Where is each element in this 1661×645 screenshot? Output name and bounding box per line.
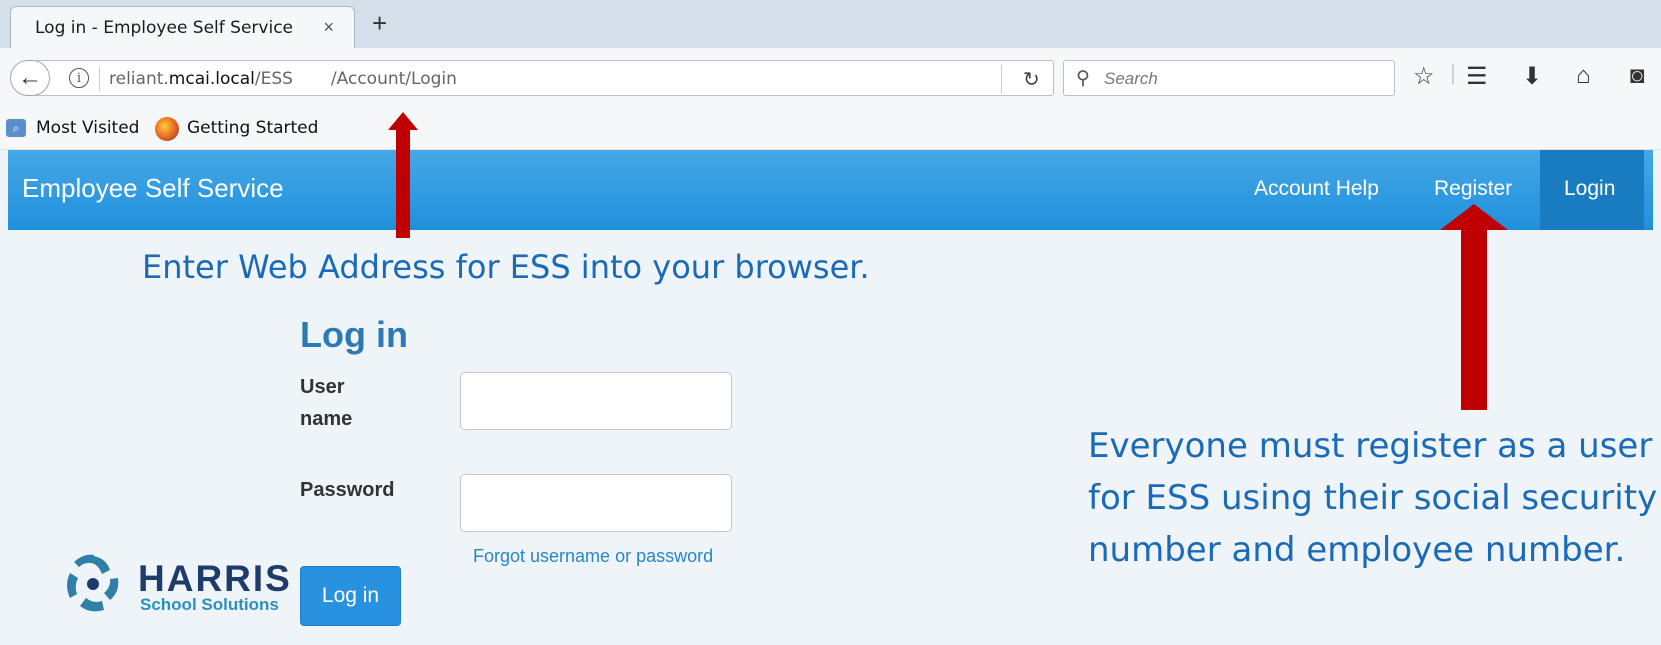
username-input[interactable] [460,372,732,430]
firefox-icon [155,117,179,141]
register-annotation-line: Everyone must register as a user [1088,426,1653,466]
pocket-icon[interactable]: ◙ [1630,62,1645,90]
username-label-line: name [300,408,353,430]
login-submit-button[interactable]: Log in [300,566,401,626]
url-annotation-text: Enter Web Address for ESS into your brow… [142,248,870,286]
url-text[interactable]: reliant.mcai.local/ESS/Account/Login [109,69,457,89]
url-annotation-arrow [388,112,418,238]
most-visited-icon: ⌕ [6,119,26,137]
url-path-1: /ESS [254,69,293,89]
bookmark-getting-started[interactable]: Getting Started [187,118,318,138]
register-arrow-shape [1440,204,1508,410]
tab-title: Log in - Employee Self Service [35,17,293,38]
register-annotation-arrow [1440,204,1508,410]
nav-login-label: Login [1564,177,1616,200]
page-title: Log in [300,314,408,355]
new-tab-icon[interactable]: + [372,8,387,39]
reading-list-icon[interactable]: ☰ [1466,62,1488,91]
bookmarks-toolbar: ⌕ Most Visited Getting Started [0,106,1661,150]
url-path-2: /Account/Login [330,69,457,89]
bookmark-most-visited[interactable]: Most Visited [36,118,139,138]
url-host-prefix: reliant. [109,69,169,89]
toolbar-divider: | [1450,60,1456,85]
url-bar[interactable]: i reliant.mcai.local/ESS/Account/Login ↻ [36,60,1054,96]
reload-icon[interactable]: ↻ [1023,67,1040,92]
bookmark-star-icon[interactable]: ☆ [1413,62,1435,91]
reload-separator [1001,65,1002,93]
harris-logo-name: HARRIS [138,558,292,599]
register-annotation-text: Everyone must register as a user for ESS… [1088,420,1657,576]
back-button[interactable]: ← [10,60,50,96]
info-icon[interactable]: i [69,68,89,88]
search-placeholder: Search [1104,69,1158,88]
forgot-password-link[interactable]: Forgot username or password [473,546,713,567]
browser-navbar: i reliant.mcai.local/ESS/Account/Login ↻… [0,48,1661,106]
download-icon[interactable]: ⬇ [1522,62,1542,91]
nav-account-help[interactable]: Account Help [1254,177,1379,201]
url-host: mcai.local [168,69,255,89]
back-arrow-icon: ← [18,64,42,91]
site-header: Employee Self Service Account Help Regis… [8,150,1653,230]
username-label-line: User [300,376,345,398]
site-brand[interactable]: Employee Self Service [22,173,284,204]
home-icon[interactable]: ⌂ [1576,62,1591,90]
browser-tabstrip: Log in - Employee Self Service × + [0,0,1661,48]
browser-tab-active[interactable]: Log in - Employee Self Service × [10,6,355,48]
harris-logo-icon [67,554,119,612]
url-separator [99,67,100,91]
nav-login[interactable]: Login [1540,150,1644,230]
register-annotation-line: for ESS using their social security [1088,478,1658,518]
nav-register[interactable]: Register [1434,177,1512,201]
search-icon: ⚲ [1076,68,1090,89]
register-annotation-line: number and employee number. [1088,530,1626,570]
harris-logo-subtitle: School Solutions [140,595,279,614]
password-input[interactable] [460,474,732,532]
url-arrow-shape [388,112,418,238]
password-label: Password [300,479,395,501]
username-label: User name [300,371,352,435]
search-bar[interactable]: ⚲ Search [1063,60,1395,96]
tab-close-icon[interactable]: × [323,17,334,38]
